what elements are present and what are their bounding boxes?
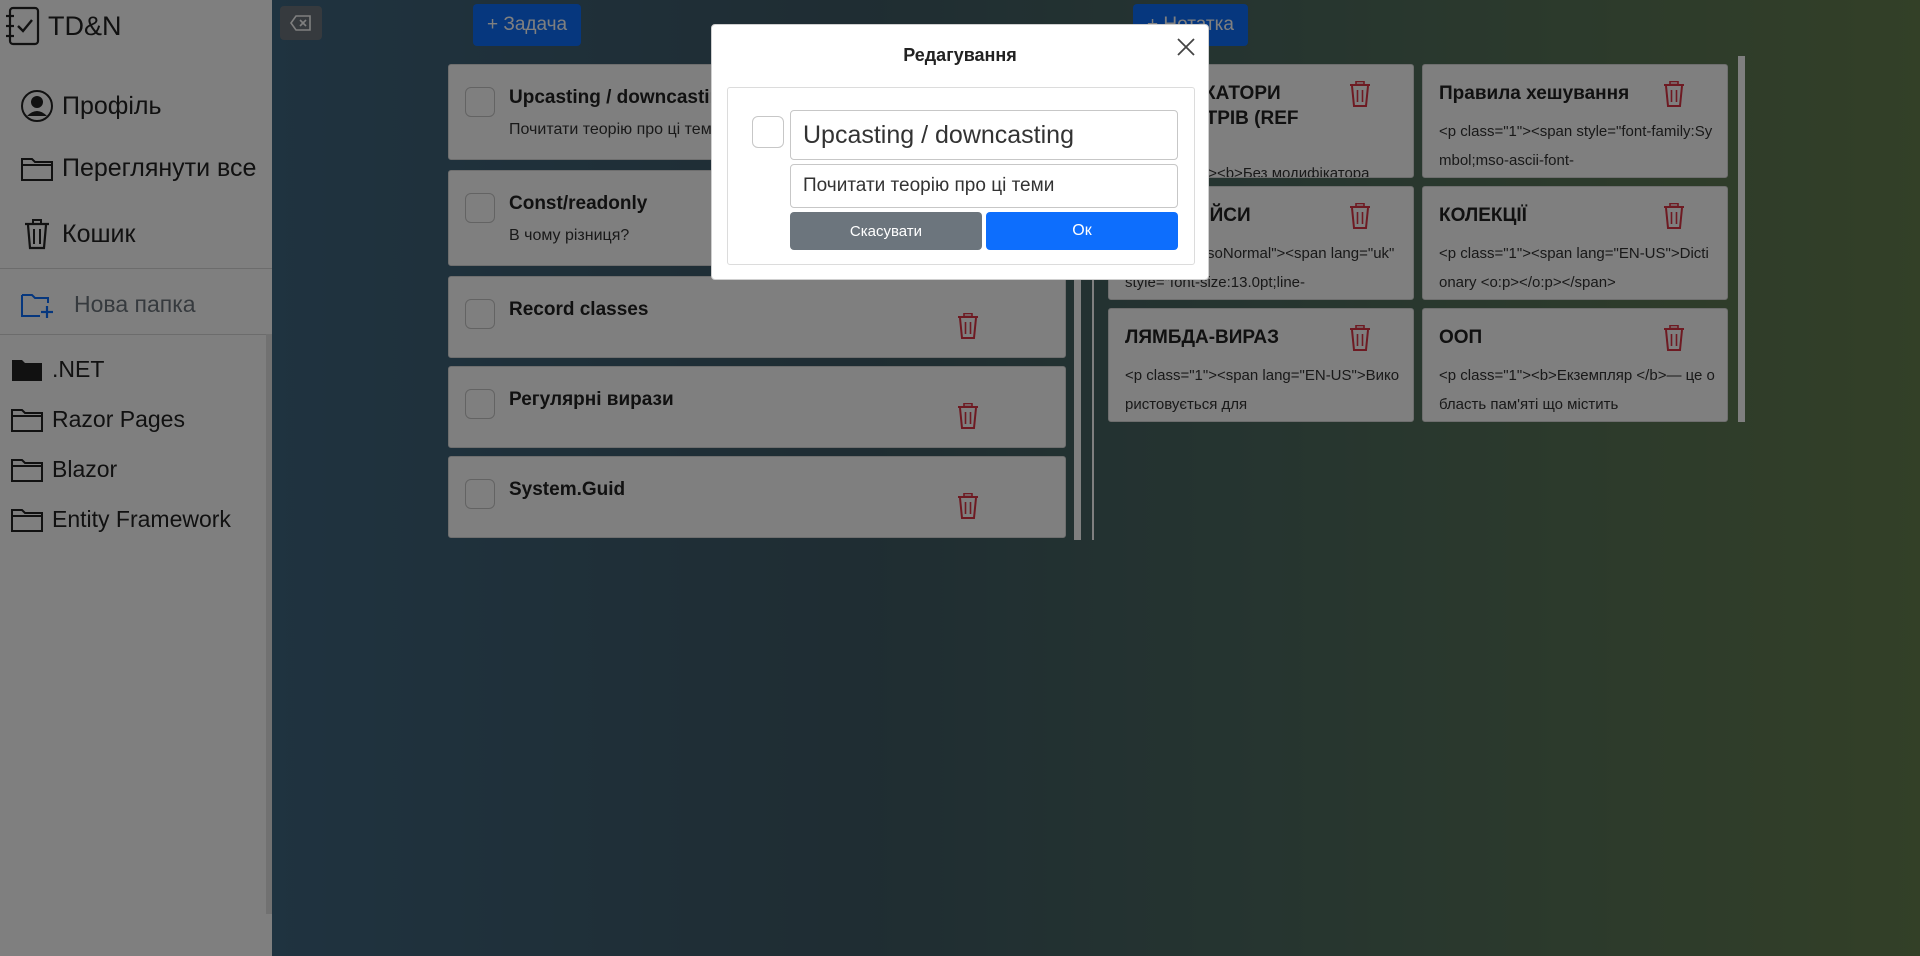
task-description-input[interactable]: Почитати теорію про ці теми xyxy=(790,164,1178,208)
task-title-input[interactable]: Upcasting / downcasting xyxy=(790,110,1178,160)
dialog-title: Редагування xyxy=(903,45,1017,65)
close-button[interactable] xyxy=(1172,33,1200,61)
ok-button[interactable]: Ок xyxy=(986,212,1178,250)
cancel-button[interactable]: Скасувати xyxy=(790,212,982,250)
close-icon xyxy=(1177,38,1195,56)
edit-task-dialog: Редагування Upcasting / downcasting Почи… xyxy=(711,24,1209,280)
task-done-checkbox[interactable] xyxy=(752,116,784,148)
edit-form: Upcasting / downcasting Почитати теорію … xyxy=(727,87,1195,265)
